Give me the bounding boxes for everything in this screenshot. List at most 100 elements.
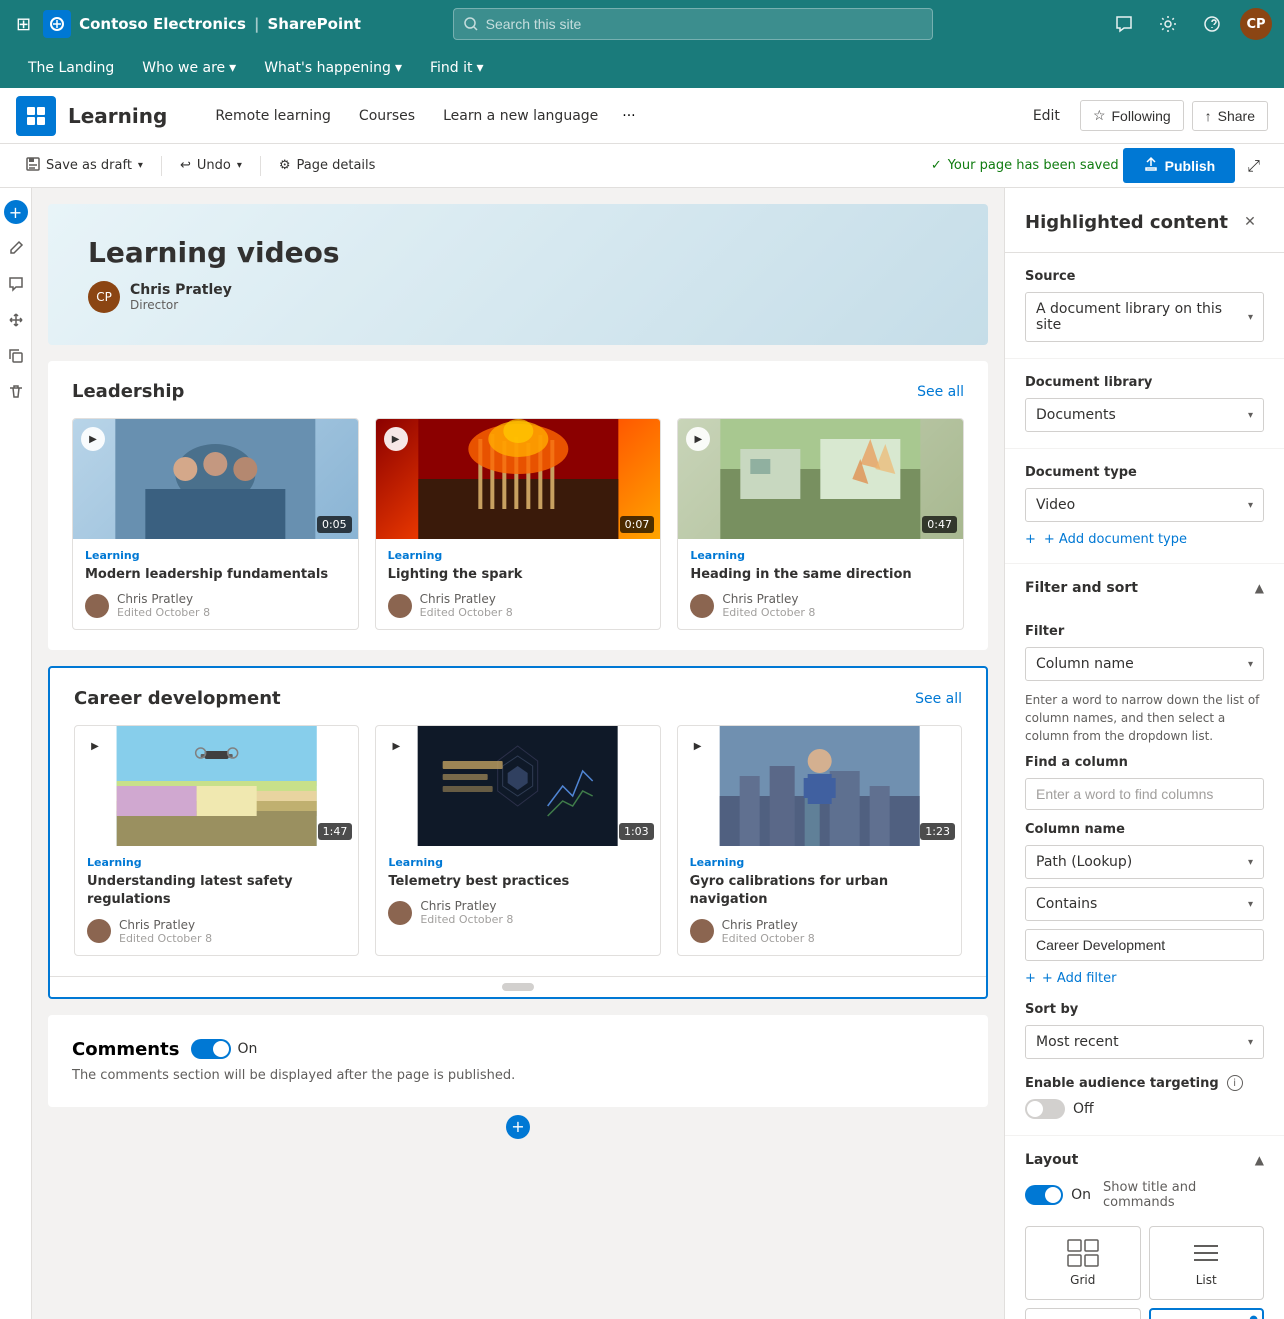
page-nav-remote-learning[interactable]: Remote learning [203,102,343,130]
app-logo-icon [43,10,71,38]
document-type-section: Document type Video ▾ + + Add document t… [1005,449,1284,564]
play-button-2[interactable]: ▶ [384,427,408,451]
leadership-section: Leadership See all [48,361,988,650]
site-nav-item-landing[interactable]: The Landing [16,54,126,82]
sort-by-value: Most recent [1036,1034,1119,1050]
toggle-control[interactable] [191,1039,231,1059]
resize-handle[interactable] [50,976,986,997]
comments-toggle[interactable]: On [191,1039,257,1059]
following-button[interactable]: ☆ Following [1080,100,1184,131]
video-info-career-2: Learning Telemetry best practices Chris … [376,846,659,936]
layout-option-grid[interactable]: Grid [1025,1226,1141,1300]
filter-sort-title: Filter and sort [1025,580,1138,596]
site-nav-item-whoweare[interactable]: Who we are ▾ [130,54,248,82]
page-nav-learn-language[interactable]: Learn a new language [431,102,610,130]
app-logo[interactable]: Contoso Electronics | SharePoint [43,10,361,38]
layout-collapse-icon[interactable]: ▲ [1255,1153,1264,1167]
show-title-toggle[interactable] [1025,1185,1063,1205]
play-button-career-3[interactable]: ▶ [686,734,710,758]
layout-option-list[interactable]: List [1149,1226,1265,1300]
share-icon: ↑ [1205,108,1212,124]
settings-icon[interactable] [1152,8,1184,40]
waffle-icon[interactable]: ⊞ [12,10,35,39]
video-card-leadership-1[interactable]: ▶ 0:05 Learning Modern leadership fundam… [72,418,359,630]
video-author-details-1: Chris Pratley Edited October 8 [117,592,210,619]
career-see-all[interactable]: See all [915,691,962,707]
sort-by-select[interactable]: Most recent ▾ [1025,1025,1264,1059]
audience-toggle-thumb [1027,1101,1043,1117]
filter-value-input[interactable] [1025,929,1264,961]
help-icon[interactable] [1196,8,1228,40]
layout-option-filmstrip[interactable]: Filmstrip [1149,1308,1265,1319]
filter-label: Filter [1025,624,1264,639]
panel-close-button[interactable]: ✕ [1236,208,1264,236]
undo-button[interactable]: ↩ Undo ▾ [170,152,252,179]
audience-info-icon[interactable]: i [1227,1075,1243,1091]
contains-select[interactable]: Contains ▾ [1025,887,1264,921]
audience-toggle-row: Off [1025,1099,1264,1119]
video-card-leadership-2[interactable]: ▶ 0:07 Learning Lighting the spark Chris… [375,418,662,630]
video-author-3: Chris Pratley Edited October 8 [690,592,951,619]
video-category-career-1: Learning [87,856,346,869]
leadership-see-all[interactable]: See all [917,384,964,400]
share-button[interactable]: ↑ Share [1192,101,1268,131]
expand-button[interactable]: ⤢ [1239,150,1268,182]
site-nav-item-whathappening[interactable]: What's happening ▾ [252,54,414,82]
doc-type-select[interactable]: Video ▾ [1025,488,1264,522]
search-box[interactable] [453,8,933,40]
star-icon: ☆ [1093,107,1106,124]
edit-button[interactable]: Edit [1021,102,1072,130]
filter-sort-section: Filter and sort ▲ Filter Column name ▾ E… [1005,564,1284,1136]
page-nav-courses[interactable]: Courses [347,102,427,130]
doc-library-arrow: ▾ [1248,410,1253,421]
add-document-type-button[interactable]: + + Add document type [1025,532,1264,547]
video-category-3: Learning [690,549,951,562]
page-content: Learning videos CP Chris Pratley Directo… [32,188,1004,1319]
video-card-leadership-3[interactable]: ▶ 0:47 Learning Heading in the same dire… [677,418,964,630]
add-section-circle-icon: + [506,1115,530,1139]
page-details-button[interactable]: ⚙ Page details [269,152,386,179]
add-filter-icon: + [1025,971,1036,986]
add-section-bottom-button[interactable]: + [48,1107,988,1147]
move-sidebar-icon[interactable] [0,304,32,336]
save-as-draft-button[interactable]: Save as draft ▾ [16,151,153,181]
copy-sidebar-icon[interactable] [0,340,32,372]
page-nav-more[interactable]: ··· [614,102,643,130]
audience-toggle[interactable] [1025,1099,1065,1119]
find-column-input[interactable] [1025,778,1264,810]
add-filter-button[interactable]: + + Add filter [1025,971,1264,986]
check-icon: ✓ [931,158,942,173]
site-nav-item-findit[interactable]: Find it ▾ [418,54,496,82]
play-button-1[interactable]: ▶ [81,427,105,451]
video-author-avatar-career-3 [690,919,714,943]
comment-icon[interactable] [1108,8,1140,40]
column-name-select[interactable]: Path (Lookup) ▾ [1025,845,1264,879]
layout-option-carousel[interactable]: Carousel [1025,1308,1141,1319]
delete-sidebar-icon[interactable] [0,376,32,408]
avatar[interactable]: CP [1240,8,1272,40]
resize-drag-handle[interactable] [502,983,534,991]
video-card-career-1[interactable]: ▶ 1:47 Learning Understanding latest saf… [74,725,359,955]
toggle-label: On [237,1041,257,1057]
source-select[interactable]: A document library on this site ▾ [1025,292,1264,342]
edit-sidebar-icon[interactable] [0,232,32,264]
filter-sort-header: Filter and sort ▲ [1005,564,1284,608]
filter-select[interactable]: Column name ▾ [1025,647,1264,681]
filter-sort-collapse-icon[interactable]: ▲ [1255,581,1264,595]
author-info: CP Chris Pratley Director [88,281,948,313]
publish-button[interactable]: Publish [1123,148,1236,183]
search-input[interactable] [486,16,922,32]
add-section-top-button[interactable]: + [4,200,28,224]
comment-sidebar-icon[interactable] [0,268,32,300]
video-title-career-3: Gyro calibrations for urban navigation [690,873,949,909]
doc-type-label: Document type [1025,465,1264,480]
video-info-career-1: Learning Understanding latest safety reg… [75,846,358,954]
comments-title: Comments [72,1039,179,1060]
video-card-career-2[interactable]: ▶ 1:03 Learning Telemetry best practices… [375,725,660,955]
play-button-career-1[interactable]: ▶ [83,734,107,758]
doc-library-select[interactable]: Documents ▾ [1025,398,1264,432]
video-card-career-3[interactable]: ▶ 1:23 Learning Gyro calibrations for ur… [677,725,962,955]
hero-section: Learning videos CP Chris Pratley Directo… [48,204,988,345]
page-header: Learning Remote learning Courses Learn a… [0,88,1284,144]
author-avatar: CP [88,281,120,313]
